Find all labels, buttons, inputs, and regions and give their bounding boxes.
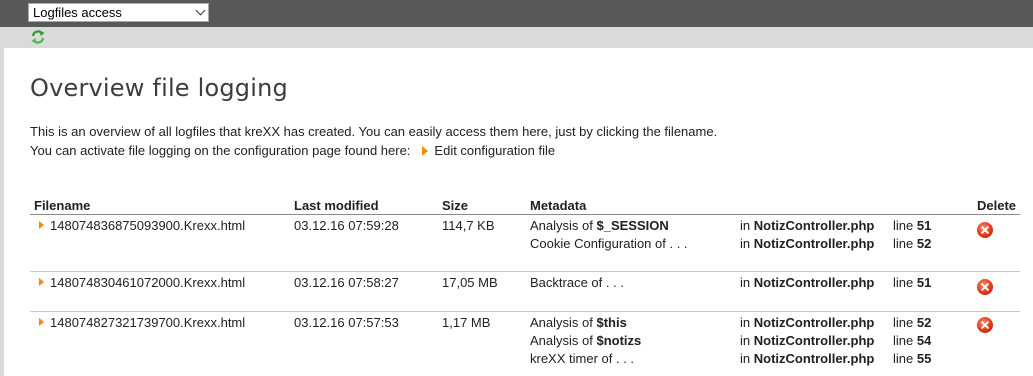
meta-label: Cookie Configuration of . . . <box>530 236 688 251</box>
meta-in: in <box>740 236 754 251</box>
meta-in: in <box>740 218 754 233</box>
meta-entry: Analysis of $notizs <box>530 333 641 348</box>
meta-location: in NotizController.php <box>740 315 874 330</box>
meta-line-label: line <box>893 218 917 233</box>
row-divider <box>30 271 1020 272</box>
filename-link[interactable]: 148074836875093900.Krexx.html <box>50 218 245 233</box>
meta-line-label: line <box>893 333 917 348</box>
meta-in: in <box>740 333 754 348</box>
meta-entry: kreXX timer of . . . <box>530 351 634 366</box>
top-toolbar: Logfiles access <box>0 0 1033 27</box>
meta-line-number: 51 <box>916 218 932 233</box>
edit-config-link[interactable]: Edit configuration file <box>434 143 555 158</box>
intro-config-text: You can activate file logging on the con… <box>30 143 555 158</box>
file-arrow-icon <box>39 278 44 286</box>
meta-in: in <box>740 351 754 366</box>
meta-file: NotizController.php <box>753 333 875 348</box>
header-divider <box>30 214 1020 215</box>
meta-variable: $this <box>596 315 627 330</box>
meta-in: in <box>740 315 754 330</box>
size-cell: 17,05 MB <box>442 275 498 290</box>
delete-icon[interactable] <box>977 317 993 333</box>
intro-config-label: You can activate file logging on the con… <box>30 143 411 158</box>
meta-line: line 52 <box>893 315 931 330</box>
meta-line-number: 54 <box>916 333 932 348</box>
file-arrow-icon <box>39 318 44 326</box>
meta-file: NotizController.php <box>753 315 875 330</box>
delete-icon[interactable] <box>977 222 993 238</box>
meta-line-label: line <box>893 351 917 366</box>
meta-line-number: 52 <box>916 236 932 251</box>
modified-cell: 03.12.16 07:59:28 <box>294 218 399 233</box>
left-edge <box>0 48 4 376</box>
meta-location: in NotizController.php <box>740 333 874 348</box>
meta-location: in NotizController.php <box>740 218 874 233</box>
meta-line: line 51 <box>893 275 931 290</box>
col-header-delete: Delete <box>977 198 1017 213</box>
meta-entry: Analysis of $this <box>530 315 627 330</box>
meta-variable: $_SESSION <box>596 218 669 233</box>
filename-link[interactable]: 148074830461072000.Krexx.html <box>50 275 245 290</box>
doc-header-bar <box>0 27 1033 48</box>
delete-icon[interactable] <box>977 279 993 295</box>
meta-line: line 54 <box>893 333 931 348</box>
meta-label: kreXX timer of . . . <box>530 351 635 366</box>
meta-label: Analysis of <box>530 333 597 348</box>
col-header-size: Size <box>442 198 469 213</box>
meta-file: NotizController.php <box>753 218 875 233</box>
meta-line: line 51 <box>893 218 931 233</box>
meta-line: line 52 <box>893 236 931 251</box>
link-arrow-icon <box>422 146 429 156</box>
row-divider <box>30 311 1020 312</box>
file-arrow-icon <box>39 221 44 229</box>
intro-text: This is an overview of all logfiles that… <box>30 124 718 139</box>
size-cell: 1,17 MB <box>442 315 491 330</box>
modified-cell: 03.12.16 07:57:53 <box>294 315 399 330</box>
meta-label: Backtrace of . . . <box>530 275 624 290</box>
meta-file: NotizController.php <box>753 275 875 290</box>
page-title: Overview file logging <box>30 74 288 102</box>
meta-label: Analysis of <box>530 315 597 330</box>
meta-location: in NotizController.php <box>740 275 874 290</box>
meta-line-number: 51 <box>916 275 932 290</box>
meta-line-number: 55 <box>916 351 932 366</box>
module-menu-select[interactable]: Logfiles access <box>28 3 209 22</box>
refresh-icon[interactable] <box>30 29 46 45</box>
meta-line-label: line <box>893 315 917 330</box>
meta-line-label: line <box>893 275 917 290</box>
meta-entry: Cookie Configuration of . . . <box>530 236 688 251</box>
filename-link[interactable]: 148074827321739700.Krexx.html <box>50 315 245 330</box>
meta-line-label: line <box>893 236 917 251</box>
col-header-modified: Last modified <box>294 198 379 213</box>
meta-line: line 55 <box>893 351 931 366</box>
meta-entry: Analysis of $_SESSION <box>530 218 669 233</box>
meta-location: in NotizController.php <box>740 351 874 366</box>
meta-file: NotizController.php <box>753 351 875 366</box>
module-menu-select-value: Logfiles access <box>33 5 122 20</box>
meta-in: in <box>740 275 754 290</box>
meta-location: in NotizController.php <box>740 236 874 251</box>
size-cell: 114,7 KB <box>442 218 495 233</box>
chevron-down-icon <box>195 5 206 16</box>
meta-entry: Backtrace of . . . <box>530 275 624 290</box>
meta-label: Analysis of <box>530 218 597 233</box>
meta-line-number: 52 <box>916 315 932 330</box>
col-header-filename: Filename <box>34 198 91 213</box>
modified-cell: 03.12.16 07:58:27 <box>294 275 399 290</box>
meta-variable: $notizs <box>596 333 642 348</box>
col-header-metadata: Metadata <box>530 198 587 213</box>
meta-file: NotizController.php <box>753 236 875 251</box>
